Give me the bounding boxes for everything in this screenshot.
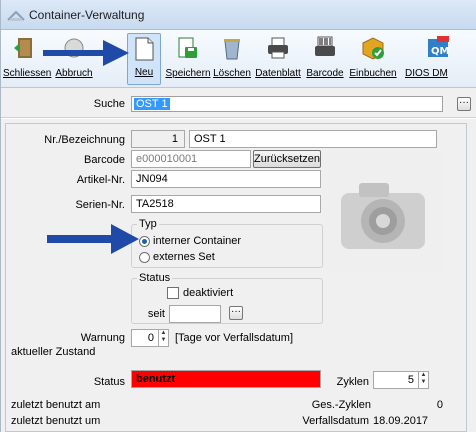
- zuletzt-am-label: zuletzt benutzt am: [11, 399, 101, 411]
- deaktiviert-checkbox[interactable]: [167, 287, 179, 299]
- zyklen-spinner[interactable]: ▲ ▼: [418, 372, 428, 388]
- nr-field: 1: [131, 130, 185, 148]
- window-app-icon: [7, 10, 25, 21]
- window-title: Container-Verwaltung: [29, 8, 145, 22]
- main-content: Nr./Bezeichnung 1 OST 1 Barcode e0000100…: [1, 119, 476, 432]
- barcode-field[interactable]: e000010001: [131, 150, 251, 168]
- barcode-printer-icon: [315, 36, 335, 56]
- bezeichnung-field[interactable]: OST 1: [189, 130, 437, 148]
- status-value-field: benutzt: [131, 370, 321, 388]
- book-in-button[interactable]: Einbuchen: [347, 33, 399, 85]
- deaktiviert-label: deaktiviert: [183, 287, 234, 299]
- printer-icon: [268, 37, 288, 59]
- annotation-arrow-new: [43, 40, 129, 66]
- ges-zyklen-label: Ges.-Zyklen: [311, 399, 371, 411]
- container-verwaltung-window: Container-Verwaltung Schliessen Abbruch …: [0, 0, 476, 432]
- typ-extern-label: externes Set: [153, 251, 215, 263]
- barcode-label: Barcode: [84, 154, 125, 166]
- typ-intern-label: interner Container: [153, 235, 242, 247]
- new-document-icon: [135, 37, 154, 61]
- dios-dm-button[interactable]: QM DIOS DM: [399, 33, 476, 85]
- warnung-unit: [Tage vor Verfallsdatum]: [175, 332, 294, 344]
- seit-label: seit: [147, 308, 165, 320]
- package-check-icon: [362, 37, 384, 60]
- verfall-value: 18.09.2017: [373, 415, 429, 427]
- search-row: Suche OST 1 ···: [1, 88, 476, 118]
- save-icon: [178, 37, 197, 58]
- serien-field[interactable]: TA2518: [131, 195, 321, 213]
- delete-button[interactable]: Löschen: [212, 33, 252, 85]
- camera-placeholder-icon: [323, 153, 443, 273]
- artikel-label: Artikel-Nr.: [76, 174, 125, 186]
- zustand-label: aktueller Zustand: [11, 346, 96, 358]
- search-input[interactable]: OST 1: [131, 96, 443, 112]
- datasheet-button[interactable]: Datenblatt: [253, 33, 303, 85]
- warnung-field[interactable]: 0 ▲ ▼: [131, 329, 169, 347]
- status-group-title: Status: [137, 272, 173, 284]
- reset-barcode-button[interactable]: Zurücksetzen: [253, 150, 321, 168]
- nr-label: Nr./Bezeichnung: [44, 134, 125, 146]
- serien-label: Serien-Nr.: [75, 199, 125, 211]
- search-lookup-button[interactable]: ···: [457, 97, 471, 111]
- new-button[interactable]: Neu: [127, 33, 161, 85]
- warnung-value: 0: [147, 332, 154, 344]
- svg-text:QM: QM: [431, 46, 450, 57]
- status-label: Status: [93, 376, 125, 388]
- pdf-qm-icon: QM: [428, 36, 450, 57]
- annotation-arrow-typ: [47, 224, 139, 254]
- artikel-field[interactable]: JN094: [131, 170, 321, 188]
- seit-date-picker-button[interactable]: ···: [229, 306, 243, 320]
- save-button[interactable]: Speichern: [165, 33, 211, 85]
- warnung-spinner[interactable]: ▲ ▼: [158, 330, 168, 346]
- search-label: Suche: [93, 98, 125, 110]
- zyklen-label: Zyklen: [336, 376, 369, 388]
- trash-icon: [224, 39, 240, 60]
- ges-zyklen-value: 0: [436, 399, 443, 411]
- zyklen-field[interactable]: 5 ▲ ▼: [373, 371, 429, 389]
- search-value: OST 1: [134, 98, 170, 110]
- warnung-label: Warnung: [80, 332, 125, 344]
- close-door-icon: [14, 38, 32, 58]
- title-bar: Container-Verwaltung: [1, 0, 476, 30]
- verfall-label: Verfallsdatum: [302, 415, 369, 427]
- zuletzt-um-label: zuletzt benutzt um: [11, 415, 101, 427]
- barcode-button[interactable]: Barcode: [305, 33, 345, 85]
- seit-date-field[interactable]: [169, 305, 221, 323]
- zyklen-value: 5: [407, 374, 414, 386]
